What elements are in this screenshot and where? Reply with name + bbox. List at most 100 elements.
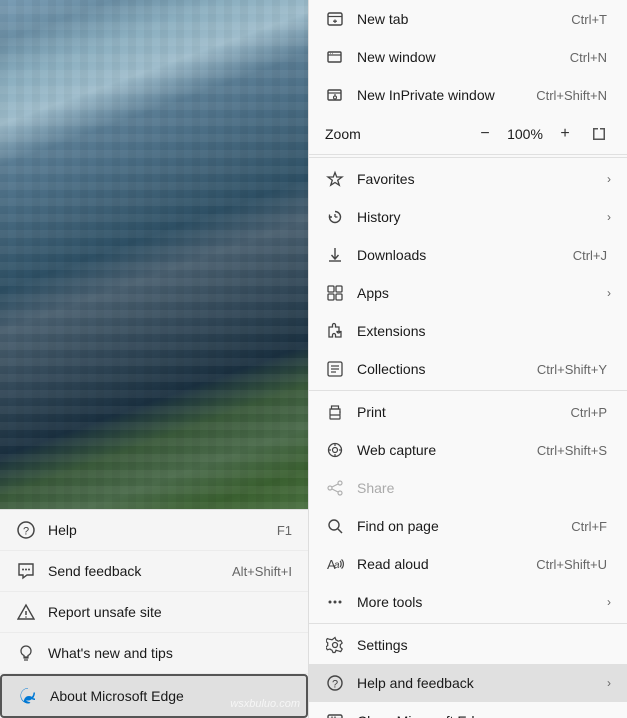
left-help-label: Help <box>48 522 277 538</box>
left-feedback-shortcut: Alt+Shift+I <box>232 564 292 579</box>
favorites-label: Favorites <box>357 171 603 187</box>
find-shortcut: Ctrl+F <box>571 519 607 534</box>
downloads-label: Downloads <box>357 247 573 263</box>
menu-item-history[interactable]: History › <box>309 198 627 236</box>
history-chevron: › <box>607 210 611 224</box>
print-icon <box>325 402 345 422</box>
svg-text:?: ? <box>23 526 29 538</box>
settings-label: Settings <box>357 637 611 653</box>
left-menu-item-help[interactable]: ? Help F1 <box>0 510 308 551</box>
watermark: wsxbuluo.com <box>230 698 300 710</box>
new-window-shortcut: Ctrl+N <box>570 50 607 65</box>
menu-item-favorites[interactable]: Favorites › <box>309 160 627 198</box>
new-window-label: New window <box>357 49 570 65</box>
share-icon <box>325 478 345 498</box>
feedback-icon <box>16 561 36 581</box>
downloads-icon <box>325 245 345 265</box>
readaloud-icon: A a <box>325 554 345 574</box>
menu-item-moretools[interactable]: More tools › <box>309 583 627 621</box>
history-icon <box>325 207 345 227</box>
find-label: Find on page <box>357 518 571 534</box>
menu-item-settings[interactable]: Settings <box>309 626 627 664</box>
zoom-expand-button[interactable] <box>587 122 611 146</box>
menu-item-find[interactable]: Find on page Ctrl+F <box>309 507 627 545</box>
divider-3 <box>309 623 627 624</box>
menu-item-inprivate[interactable]: New InPrivate window Ctrl+Shift+N <box>309 76 627 114</box>
webcapture-shortcut: Ctrl+Shift+S <box>537 443 607 458</box>
menu-item-new-tab[interactable]: New tab Ctrl+T <box>309 0 627 38</box>
moretools-label: More tools <box>357 594 603 610</box>
bulb-icon <box>16 643 36 663</box>
left-menu-item-about[interactable]: About Microsoft Edge <box>0 674 308 718</box>
share-label: Share <box>357 480 611 496</box>
inprivate-icon <box>325 85 345 105</box>
find-icon <box>325 516 345 536</box>
left-help-shortcut: F1 <box>277 523 292 538</box>
warning-icon <box>16 602 36 622</box>
menu-item-collections[interactable]: Collections Ctrl+Shift+Y <box>309 350 627 388</box>
zoom-controls: − 100% + <box>471 120 579 148</box>
left-context-menu: ? Help F1 Send feedback Alt+Shift+I <box>0 509 308 718</box>
svg-text:?: ? <box>332 679 338 691</box>
menu-item-readaloud[interactable]: A a Read aloud Ctrl+Shift+U <box>309 545 627 583</box>
settings-icon <box>325 635 345 655</box>
svg-text:a: a <box>334 560 340 571</box>
apps-label: Apps <box>357 285 603 301</box>
extensions-label: Extensions <box>357 323 611 339</box>
moretools-icon <box>325 592 345 612</box>
menu-item-share[interactable]: Share <box>309 469 627 507</box>
apps-icon <box>325 283 345 303</box>
window-icon <box>325 47 345 67</box>
menu-item-close-edge[interactable]: Close Microsoft Edge <box>309 702 627 718</box>
readaloud-label: Read aloud <box>357 556 536 572</box>
edge-context-menu: New tab Ctrl+T New window Ctrl+N New InP… <box>308 0 627 718</box>
newtab-icon <box>325 9 345 29</box>
apps-chevron: › <box>607 286 611 300</box>
left-feedback-label: Send feedback <box>48 563 232 579</box>
left-menu-item-whatsnew[interactable]: What's new and tips <box>0 633 308 674</box>
zoom-row: Zoom − 100% + <box>309 114 627 155</box>
left-menu-item-report[interactable]: Report unsafe site <box>0 592 308 633</box>
zoom-value: 100% <box>503 126 547 142</box>
new-tab-shortcut: Ctrl+T <box>571 12 607 27</box>
collections-shortcut: Ctrl+Shift+Y <box>537 362 607 377</box>
print-shortcut: Ctrl+P <box>571 405 607 420</box>
inprivate-shortcut: Ctrl+Shift+N <box>536 88 607 103</box>
close-edge-label: Close Microsoft Edge <box>357 713 611 718</box>
inprivate-label: New InPrivate window <box>357 87 536 103</box>
close-edge-icon <box>325 711 345 718</box>
left-menu-item-feedback[interactable]: Send feedback Alt+Shift+I <box>0 551 308 592</box>
help-feedback-label: Help and feedback <box>357 675 603 691</box>
history-label: History <box>357 209 603 225</box>
edge-icon <box>18 686 38 706</box>
extensions-icon <box>325 321 345 341</box>
menu-item-downloads[interactable]: Downloads Ctrl+J <box>309 236 627 274</box>
menu-item-extensions[interactable]: Extensions <box>309 312 627 350</box>
menu-item-print[interactable]: Print Ctrl+P <box>309 393 627 431</box>
new-tab-label: New tab <box>357 11 571 27</box>
menu-item-webcapture[interactable]: Web capture Ctrl+Shift+S <box>309 431 627 469</box>
favorites-chevron: › <box>607 172 611 186</box>
left-report-label: Report unsafe site <box>48 604 292 620</box>
moretools-chevron: › <box>607 595 611 609</box>
readaloud-shortcut: Ctrl+Shift+U <box>536 557 607 572</box>
divider-1 <box>309 157 627 158</box>
webcapture-label: Web capture <box>357 442 537 458</box>
zoom-in-button[interactable]: + <box>551 120 579 148</box>
collections-icon <box>325 359 345 379</box>
favorites-icon <box>325 169 345 189</box>
collections-label: Collections <box>357 361 537 377</box>
help-feedback-icon: ? <box>325 673 345 693</box>
help-feedback-chevron: › <box>607 676 611 690</box>
menu-item-apps[interactable]: Apps › <box>309 274 627 312</box>
menu-item-new-window[interactable]: New window Ctrl+N <box>309 38 627 76</box>
help-icon: ? <box>16 520 36 540</box>
zoom-label: Zoom <box>325 126 471 142</box>
webcapture-icon <box>325 440 345 460</box>
print-label: Print <box>357 404 571 420</box>
zoom-out-button[interactable]: − <box>471 120 499 148</box>
background-panel: ? Help F1 Send feedback Alt+Shift+I <box>0 0 308 718</box>
downloads-shortcut: Ctrl+J <box>573 248 607 263</box>
menu-item-help-feedback[interactable]: ? Help and feedback › <box>309 664 627 702</box>
divider-2 <box>309 390 627 391</box>
